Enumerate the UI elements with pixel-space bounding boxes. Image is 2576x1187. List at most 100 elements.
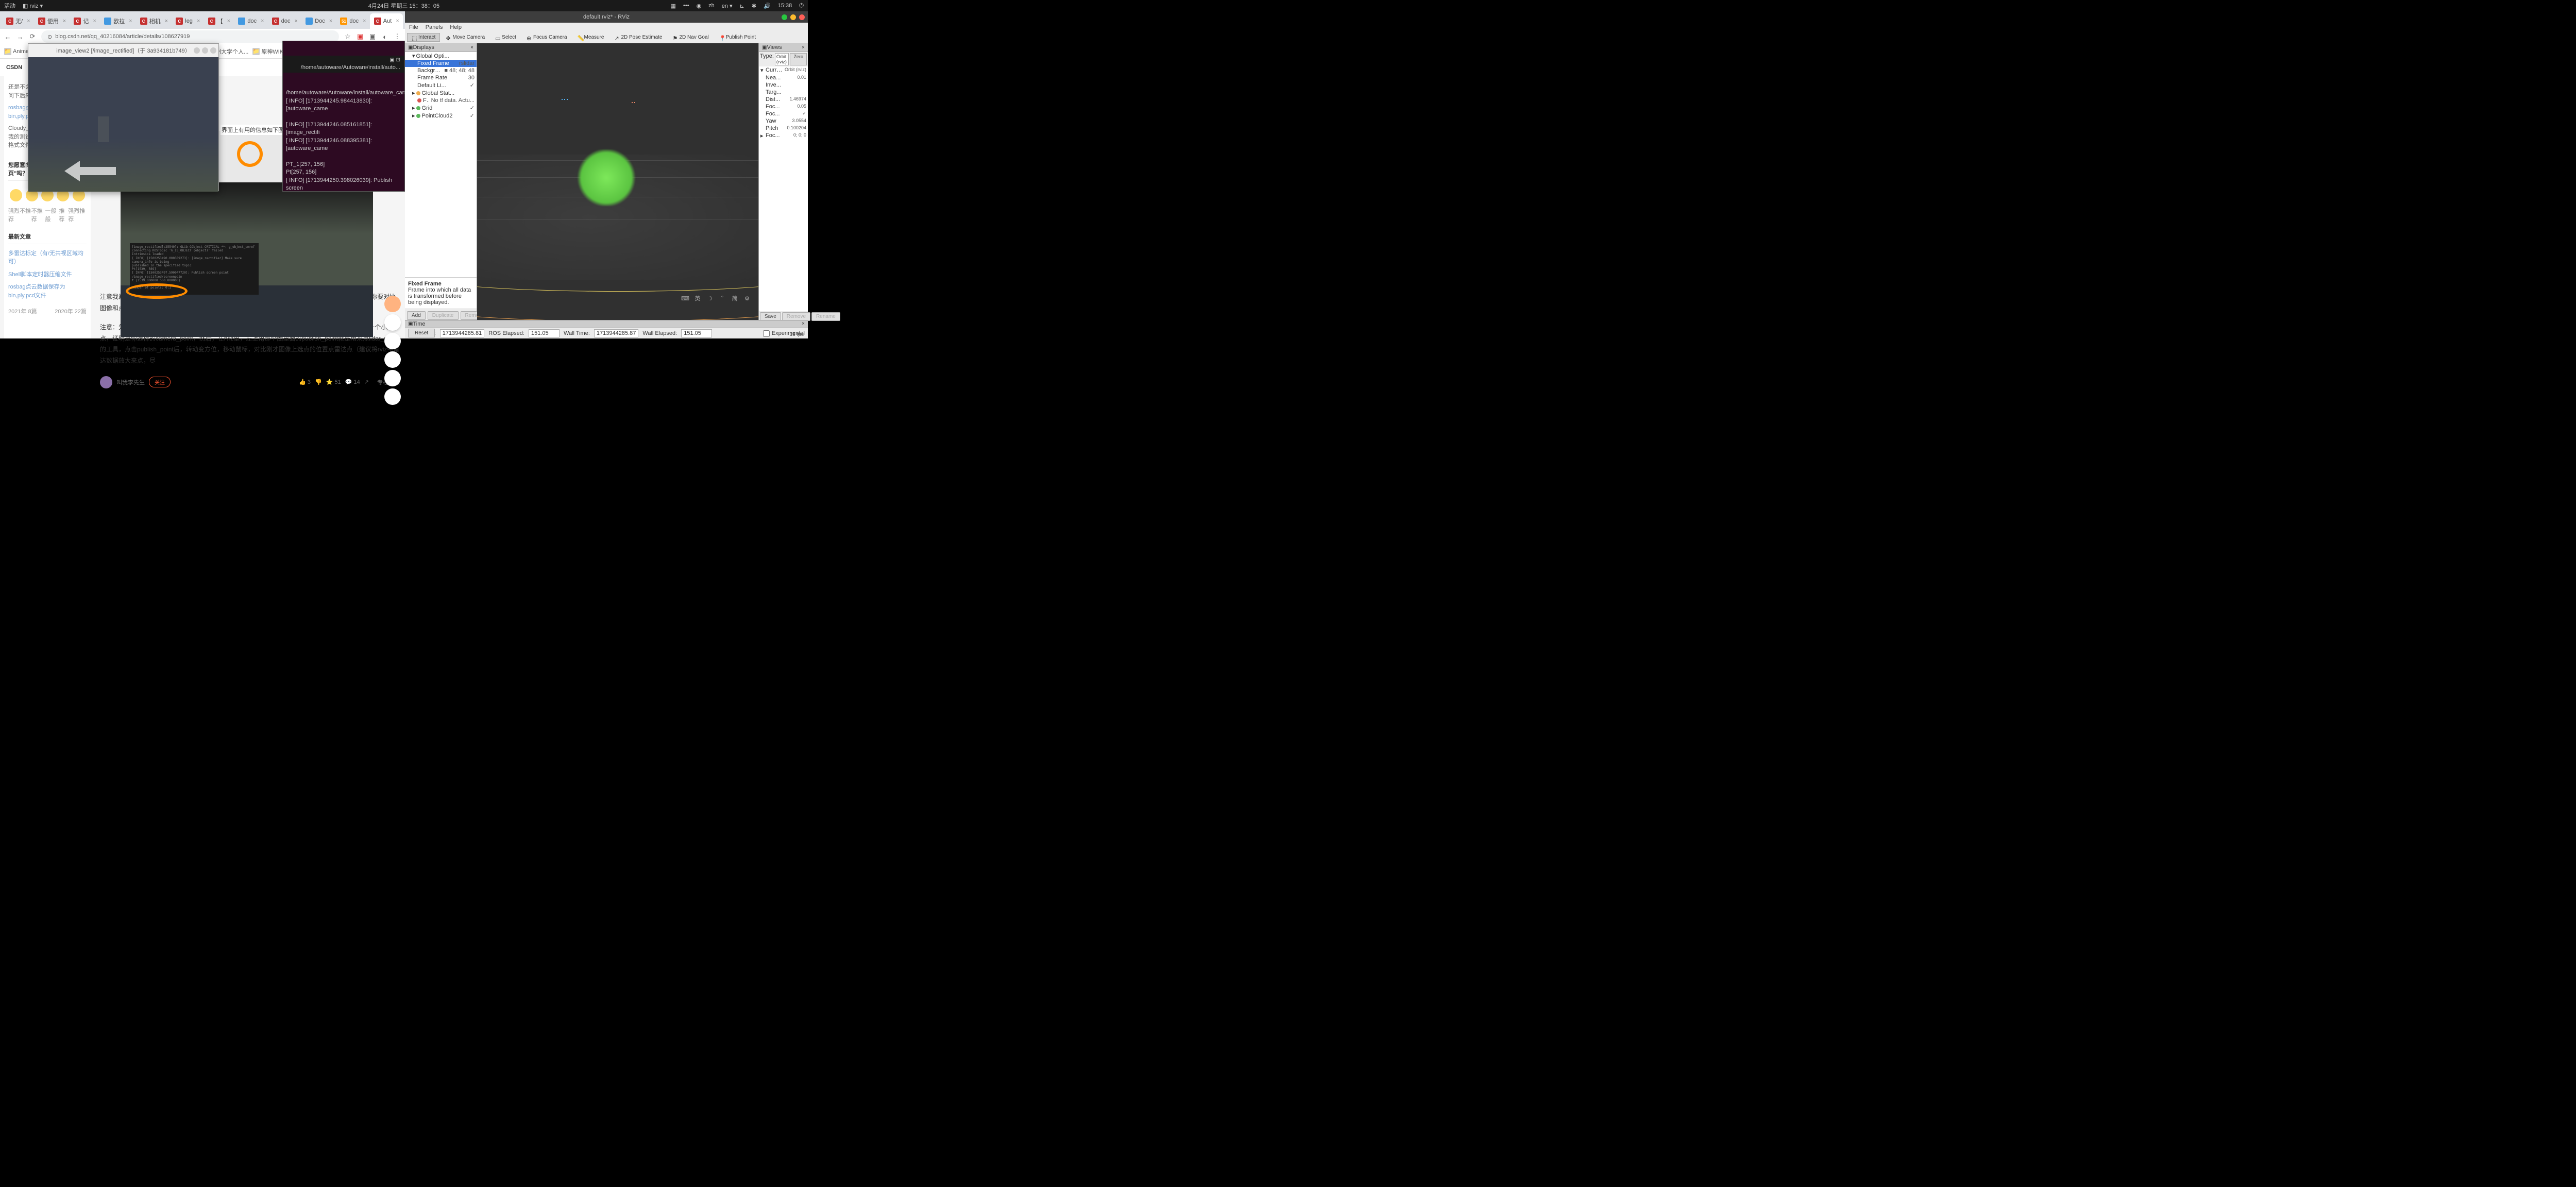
- browser-tab[interactable]: 51doc×: [336, 13, 369, 29]
- browser-tab[interactable]: C无/×: [2, 13, 34, 29]
- view-property[interactable]: Targ...: [759, 89, 808, 96]
- follow-button[interactable]: 关注: [149, 377, 171, 387]
- power-icon[interactable]: ⏻: [799, 3, 804, 9]
- tree-row[interactable]: Backgrou...■ 48; 48; 48: [405, 67, 477, 74]
- tool-move-camera[interactable]: ✥Move Camera: [441, 33, 489, 42]
- ime-simp[interactable]: 简: [731, 294, 739, 302]
- close-button[interactable]: [799, 14, 805, 20]
- tool-measure[interactable]: 📏Measure: [573, 33, 609, 42]
- terminal-titlebar[interactable]: ▣ ⊡ /home/autoware/Autoware/install/auto…: [283, 56, 404, 73]
- keyboard-icon[interactable]: ⌨: [681, 294, 689, 302]
- view-property[interactable]: ▾Curren...Orbit (rviz): [759, 66, 808, 74]
- browser-tab[interactable]: Doc×: [301, 13, 336, 29]
- chrome-icon[interactable]: ◉: [697, 3, 702, 9]
- tool-2d-pose-estimate[interactable]: ↗2D Pose Estimate: [609, 33, 667, 42]
- browser-tab[interactable]: C【×: [204, 13, 234, 29]
- author-avatar[interactable]: [100, 376, 112, 388]
- view-property[interactable]: Pitch0.100204: [759, 125, 808, 132]
- csdn-logo[interactable]: CSDN: [6, 64, 22, 71]
- headset-icon[interactable]: [384, 370, 401, 386]
- article-link[interactable]: Shell脚本定时器压缩文件: [8, 268, 87, 281]
- menu-file[interactable]: File: [409, 24, 418, 30]
- volume-icon[interactable]: 🔊: [764, 3, 771, 9]
- edit-icon[interactable]: [384, 351, 401, 368]
- menu-help[interactable]: Help: [450, 24, 462, 30]
- author-name[interactable]: 叫我李先生: [116, 378, 145, 386]
- view-type-select[interactable]: Orbit (rviz): [775, 53, 789, 65]
- bookmark-item[interactable]: 📁原神WIKI: [252, 47, 285, 56]
- views-header[interactable]: ▣ Views×: [759, 43, 808, 52]
- terminal-window[interactable]: ▣ ⊡ /home/autoware/Autoware/install/auto…: [282, 41, 405, 192]
- tree-row[interactable]: Default Li...✓: [405, 81, 477, 89]
- browser-tab[interactable]: Cleg×: [172, 13, 204, 29]
- year-stat[interactable]: 2021年 8篇: [8, 307, 37, 315]
- minimize-button[interactable]: [782, 14, 787, 20]
- tool-publish-point[interactable]: 📍Publish Point: [715, 33, 760, 42]
- browser-tab[interactable]: 欧拉×: [100, 13, 136, 29]
- tree-row[interactable]: ▾Global Opti...: [405, 52, 477, 60]
- back-button[interactable]: ←: [4, 33, 11, 40]
- ime-lang[interactable]: 英: [693, 294, 702, 302]
- panel-close-icon[interactable]: ×: [802, 321, 805, 327]
- panel-close-icon[interactable]: ×: [802, 45, 805, 50]
- article-link[interactable]: rosbag点云数据保存为bin,ply,pcd文件: [8, 281, 87, 302]
- view-property[interactable]: Foc...✓: [759, 110, 808, 117]
- view-property[interactable]: ▸Foc...0; 0; 0: [759, 132, 808, 140]
- extension-icon[interactable]: ▣: [369, 33, 376, 40]
- browser-tab[interactable]: C便用×: [34, 13, 70, 29]
- view-property[interactable]: Foc...0.05: [759, 103, 808, 110]
- tool-select[interactable]: ▭Select: [490, 33, 521, 42]
- chat-icon[interactable]: [384, 333, 401, 349]
- app-indicator[interactable]: ◧ rviz ▾: [23, 3, 43, 9]
- tool-interact[interactable]: ⬚Interact: [407, 33, 440, 42]
- dislike-button[interactable]: 👎: [315, 379, 322, 385]
- network-icon[interactable]: ⊾: [740, 3, 744, 9]
- views-tree[interactable]: ▾Curren...Orbit (rviz)Nea...0.01Inve...T…: [759, 66, 808, 311]
- reset-button[interactable]: Reset: [408, 329, 435, 337]
- article-link[interactable]: 多雷达标定（有/无共视区域均可）: [8, 247, 87, 268]
- displays-tree[interactable]: ▾Global Opti...Fixed FramerslidarBackgro…: [405, 52, 477, 277]
- clock[interactable]: 4月24日 星期三 15：38：05: [368, 2, 439, 10]
- reload-button[interactable]: ⟳: [29, 33, 36, 40]
- bookmark-star-icon[interactable]: ☆: [344, 33, 351, 40]
- bluetooth-icon[interactable]: ✱: [752, 3, 756, 9]
- view-property[interactable]: Yaw3.0554: [759, 117, 808, 125]
- tree-row[interactable]: ▸PointCloud2✓: [405, 112, 477, 120]
- gear-icon[interactable]: ⚙: [743, 294, 751, 302]
- tray-icon[interactable]: •••: [683, 3, 689, 9]
- view-property[interactable]: Nea...0.01: [759, 74, 808, 81]
- year-stat[interactable]: 2020年 22篇: [55, 307, 87, 315]
- tray-icon[interactable]: ▦: [671, 3, 676, 9]
- activities[interactable]: 活动: [4, 2, 15, 10]
- tool-focus-camera[interactable]: ⊕Focus Camera: [522, 33, 572, 42]
- close-button[interactable]: [210, 47, 216, 54]
- like-button[interactable]: 👍 3: [299, 379, 311, 385]
- expand-icon[interactable]: [384, 388, 401, 405]
- add-button[interactable]: Add: [407, 311, 426, 320]
- minimize-button[interactable]: [194, 47, 200, 54]
- comment-button[interactable]: 💬 14: [345, 379, 360, 385]
- menu-panels[interactable]: Panels: [426, 24, 443, 30]
- view-property[interactable]: Inve...: [759, 81, 808, 89]
- tree-row[interactable]: Fixed Fr...No tf data. Actu...: [405, 97, 477, 104]
- browser-tab[interactable]: Cdoc×: [268, 13, 301, 29]
- maximize-button[interactable]: [790, 14, 796, 20]
- moon-icon[interactable]: ☽: [706, 294, 714, 302]
- browser-tab[interactable]: C记×: [70, 13, 100, 29]
- menu-icon[interactable]: ⋮: [394, 33, 401, 40]
- lang-en[interactable]: en ▾: [722, 3, 733, 9]
- tree-row[interactable]: ▸Grid✓: [405, 104, 477, 112]
- profile-icon[interactable]: ◐: [381, 33, 388, 40]
- browser-tab[interactable]: doc×: [234, 13, 267, 29]
- maximize-button[interactable]: [202, 47, 208, 54]
- tool-2d-nav-goal[interactable]: ⚑2D Nav Goal: [668, 33, 714, 42]
- tree-row[interactable]: Frame Rate30: [405, 74, 477, 81]
- site-info-icon[interactable]: ⊙: [47, 33, 52, 40]
- bookmark-item[interactable]: 📁Anime: [4, 48, 29, 55]
- lang-zh[interactable]: zh: [708, 3, 715, 9]
- displays-header[interactable]: ▣ Displays×: [405, 43, 477, 52]
- zero-button[interactable]: Zero: [790, 53, 807, 65]
- mascot-icon[interactable]: [384, 296, 401, 312]
- extension-icon[interactable]: ▣: [357, 33, 364, 40]
- forward-button[interactable]: →: [16, 33, 24, 40]
